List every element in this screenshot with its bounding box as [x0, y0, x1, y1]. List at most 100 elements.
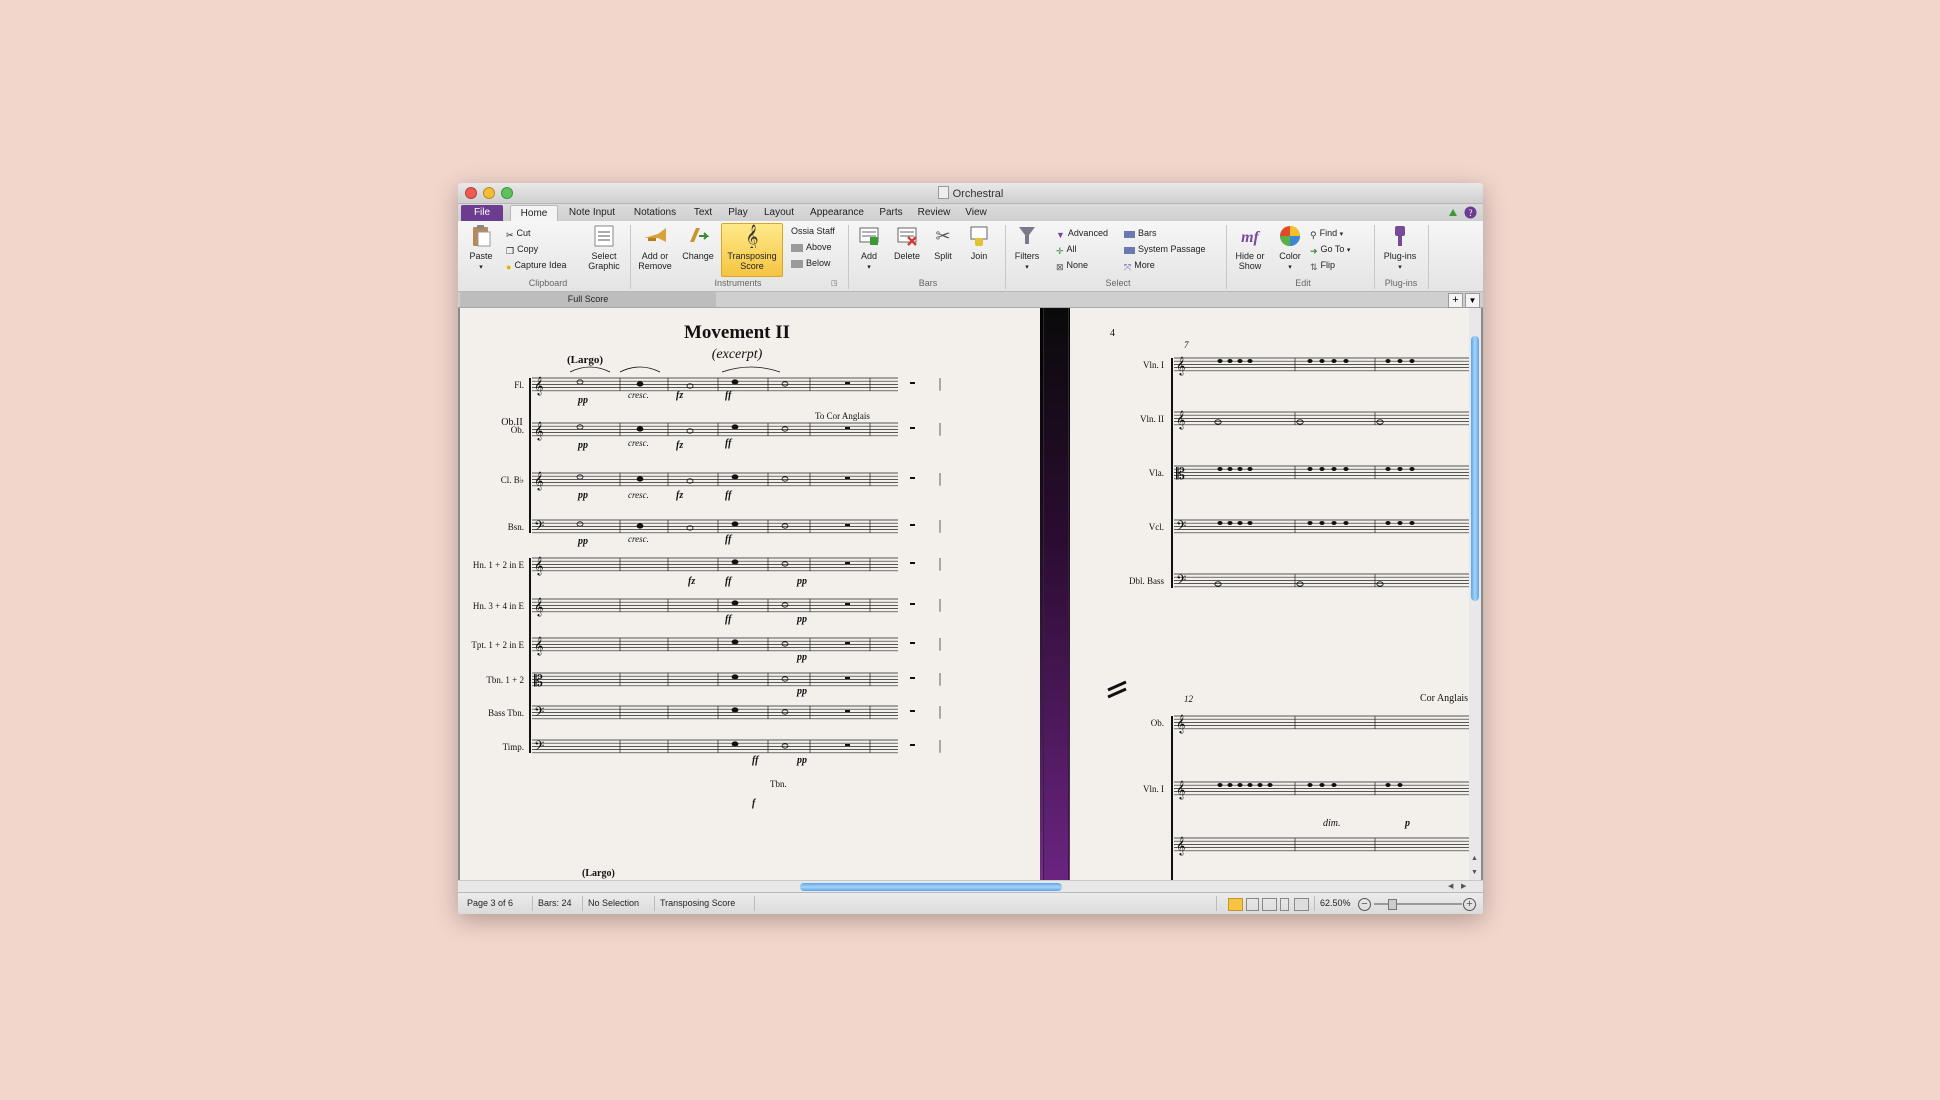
zoom-slider-handle[interactable] [1388, 899, 1397, 910]
clef-icon: 𝄞 [1176, 357, 1185, 376]
ribbon-separator [1374, 225, 1375, 289]
tab-review[interactable]: Review [914, 205, 954, 221]
lightbulb-icon: ● [506, 262, 512, 272]
change-instrument-icon [690, 228, 710, 242]
tab-view[interactable]: View [960, 205, 992, 221]
dynamic-marking: pp [577, 395, 588, 406]
add-bar-button[interactable]: Add ▾ [854, 224, 884, 273]
clef-icon: 𝄞 [1176, 411, 1185, 430]
status-mode: Transposing Score [660, 898, 736, 908]
filters-chevron-icon: ▾ [1025, 264, 1029, 271]
paste-button[interactable]: Paste ▾ [466, 224, 496, 273]
spreads-view-icon[interactable] [1228, 898, 1243, 911]
select-graphic-button[interactable]: Select Graphic [586, 224, 622, 271]
ossia-above-button[interactable]: Above [791, 241, 832, 253]
zoom-in-icon[interactable]: + [1463, 898, 1476, 911]
capture-idea-button[interactable]: ● Capture Idea [506, 259, 566, 273]
score-page-right-svg: 4 7 12 Vln. I 𝄞 Vln. II 𝄞 Vla. 𝄡 Vcl. 𝄢 Dbl. Bas… [1107, 328, 1475, 880]
tab-home[interactable]: Home [510, 205, 558, 222]
add-bar-label: Add [860, 251, 877, 261]
pages-view-icon[interactable] [1246, 898, 1259, 911]
minimize-ribbon-icon[interactable] [1448, 208, 1458, 217]
zoom-out-icon[interactable]: − [1358, 898, 1371, 911]
panorama-view-icon[interactable] [1294, 898, 1309, 911]
select-more-button[interactable]: ⤧ More [1124, 259, 1155, 273]
select-bars-label: Bars [1138, 228, 1157, 238]
scroll-right-arrow-icon[interactable]: ▶ [1461, 882, 1466, 890]
dynamic-marking: fz [676, 440, 683, 451]
plugins-button[interactable]: Plug-ins ▾ [1378, 224, 1422, 273]
scroll-down-arrow-icon[interactable]: ▼ [1471, 869, 1478, 876]
tab-menu-icon[interactable]: ▼ [1465, 293, 1480, 308]
status-separator [654, 896, 655, 911]
score-view[interactable]: Movement II (excerpt) (Largo) Fl. 𝄞 Ob. 𝄞 Cl… [458, 308, 1483, 880]
bars-group-label: Bars [918, 278, 938, 288]
plugins-chevron-icon: ▾ [1398, 264, 1402, 271]
tab-text[interactable]: Text [688, 205, 718, 221]
scroll-up-arrow-icon[interactable]: ▲ [1471, 855, 1478, 862]
change-instrument-button[interactable]: Change [680, 224, 716, 261]
plugins-group-label: Plug-ins [1384, 278, 1418, 288]
clef-icon: 𝄞 [1176, 781, 1185, 800]
tab-appearance[interactable]: Appearance [806, 205, 868, 221]
dialog-launcher-icon[interactable]: ◳ [831, 279, 838, 287]
tab-notations[interactable]: Notations [628, 205, 682, 221]
cut-button[interactable]: ✂ Cut [506, 227, 531, 241]
hide-or-show-button[interactable]: mf Hide or Show [1230, 224, 1270, 271]
clef-icon: 𝄡 [1176, 465, 1185, 483]
filters-button[interactable]: Filters ▾ [1010, 224, 1044, 273]
advanced-filter-button[interactable]: ▼ Advanced [1056, 227, 1108, 241]
score-page-right: 4 7 12 Vln. I 𝄞 Vln. II 𝄞 Vla. 𝄡 Vcl. 𝄢 Dbl. Bas… [1070, 308, 1475, 880]
vertical-scrollbar[interactable]: ▲ ▼ [1469, 308, 1481, 880]
select-bars-button[interactable]: Bars [1124, 227, 1157, 239]
instrument-name: Vln. I [1143, 784, 1164, 794]
paste-icon [473, 225, 491, 247]
system-passage-icon [1124, 247, 1135, 254]
transposing-label-2: Score [740, 261, 764, 271]
ossia-below-button[interactable]: Below [791, 257, 831, 269]
status-bar: Page 3 of 6 Bars: 24 No Selection Transp… [458, 892, 1483, 914]
delete-bar-button[interactable]: Delete [890, 224, 924, 261]
clef-icon: 𝄞 [534, 377, 543, 396]
system-passage-button[interactable]: System Passage [1124, 243, 1206, 255]
instruments-group-label: Instruments [714, 278, 762, 288]
cor-anglais-label: Cor Anglais [1420, 693, 1468, 704]
find-button[interactable]: ⚲ Find ▾ [1310, 227, 1343, 241]
tab-play[interactable]: Play [724, 205, 752, 221]
vertical-view-icon[interactable] [1280, 898, 1289, 911]
split-bar-button[interactable]: ✂ Split [928, 224, 958, 261]
dynamic-marking: pp [796, 755, 807, 766]
join-bar-button[interactable]: Join [964, 224, 994, 261]
tab-note-input[interactable]: Note Input [562, 205, 622, 221]
horizontal-view-icon[interactable] [1262, 898, 1277, 911]
dynamic-marking: fz [676, 490, 683, 501]
select-none-button[interactable]: ⊠ None [1056, 259, 1088, 273]
copy-button[interactable]: ❐ Copy [506, 243, 538, 257]
go-to-button[interactable]: ➜ Go To ▾ [1310, 243, 1350, 257]
select-none-icon: ⊠ [1056, 262, 1064, 272]
dynamic-marking: pp [796, 652, 807, 663]
all-label: All [1066, 244, 1077, 254]
clef-icon: 𝄞 [534, 557, 543, 576]
tab-file[interactable]: File [461, 205, 503, 221]
help-icon[interactable]: ? [1464, 206, 1477, 219]
clef-icon: 𝄢 [1176, 574, 1186, 591]
instrument-name: Bass Tbn. [488, 708, 524, 718]
instrument-name: Vla. [1149, 468, 1164, 478]
scissors-icon: ✂ [506, 230, 514, 240]
dynamic-marking: ff [725, 576, 733, 587]
scroll-left-arrow-icon[interactable]: ◀ [1448, 882, 1453, 890]
vertical-scroll-thumb[interactable] [1471, 336, 1479, 601]
clef-icon: 𝄢 [1176, 520, 1186, 537]
horizontal-scroll-thumb[interactable] [800, 883, 1062, 891]
transposing-score-button[interactable]: 𝄞 Transposing Score [721, 223, 783, 277]
select-all-button[interactable]: ✛ All [1056, 243, 1077, 257]
add-remove-instruments-button[interactable]: Add or Remove [636, 224, 674, 271]
add-tab-icon[interactable]: + [1448, 293, 1463, 308]
tab-layout[interactable]: Layout [758, 205, 800, 221]
tab-parts[interactable]: Parts [874, 205, 908, 221]
color-button[interactable]: Color ▾ [1274, 224, 1306, 273]
flip-button[interactable]: ⇅ Flip [1310, 259, 1335, 273]
ribbon-tab-bar: File Home Note Input Notations Text Play… [458, 204, 1483, 222]
full-score-tab[interactable]: Full Score [460, 292, 716, 307]
